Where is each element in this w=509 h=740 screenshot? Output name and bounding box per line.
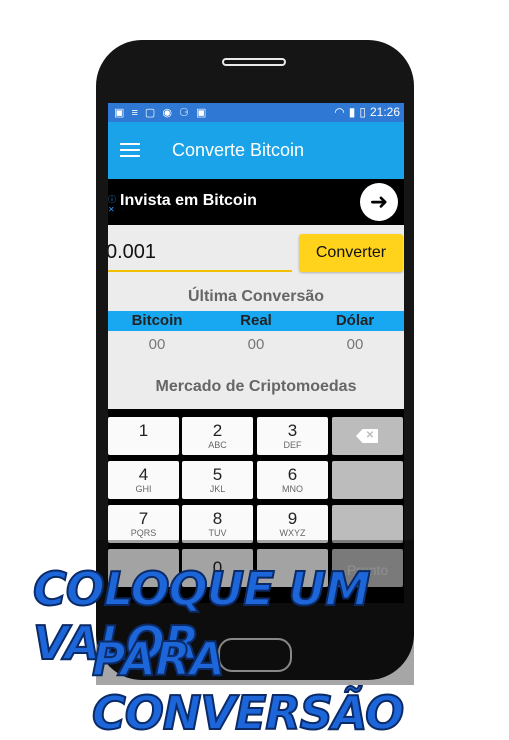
battery-icon: ▯ xyxy=(359,105,366,119)
backspace-key[interactable]: ✕ xyxy=(332,417,403,455)
key-2[interactable]: 2 ABC xyxy=(182,417,253,455)
amount-input[interactable]: 0.001 xyxy=(108,234,292,272)
key-3[interactable]: 3 DEF xyxy=(257,417,328,455)
signal-icon: ▮ xyxy=(348,105,356,119)
blank-key-1[interactable] xyxy=(332,461,403,499)
wifi-icon: ◠ xyxy=(334,105,345,119)
key-6[interactable]: 6 MNO xyxy=(257,461,328,499)
app-bar: Converte Bitcoin xyxy=(108,122,404,179)
blank-key-2[interactable] xyxy=(332,505,403,543)
column-header-bitcoin: Bitcoin xyxy=(131,312,183,329)
convert-button[interactable]: Converter xyxy=(299,234,403,272)
column-header-dolar: Dólar xyxy=(335,312,375,329)
conversion-table-header: Bitcoin Real Dólar xyxy=(108,311,404,331)
app-screen: ▣ ≡ ▢ ◉ ⚆ ▣ ◠ ▮ ▯ 21:26 Converte Bitcoin… xyxy=(108,103,404,603)
status-bar: ▣ ≡ ▢ ◉ ⚆ ▣ ◠ ▮ ▯ 21:26 xyxy=(108,103,404,122)
key-9[interactable]: 9 WXYZ xyxy=(257,505,328,543)
last-conversion-title: Última Conversão xyxy=(187,288,325,305)
key-1[interactable]: 1 xyxy=(108,417,179,455)
key-7[interactable]: 7 PQRS xyxy=(108,505,179,543)
backspace-icon: ✕ xyxy=(356,429,378,443)
value-dolar: 00 xyxy=(346,336,364,353)
status-time: 21:26 xyxy=(369,105,400,119)
status-icons: ▣ ≡ ▢ ◉ ⚆ ▣ xyxy=(114,107,209,119)
ad-banner[interactable]: ⓘ ✕ Invista em Bitcoin ➜ xyxy=(108,179,404,225)
value-real: 00 xyxy=(247,336,265,353)
app-title: Converte Bitcoin xyxy=(172,140,305,160)
value-bitcoin: 00 xyxy=(148,336,166,353)
key-8[interactable]: 8 TUV xyxy=(182,505,253,543)
column-header-real: Real xyxy=(240,312,272,329)
market-title: Mercado de Criptomoedas xyxy=(155,378,357,395)
phone-speaker xyxy=(222,58,286,66)
hamburger-menu-icon[interactable] xyxy=(120,143,140,157)
caption-line-2: PARA CONVERSÃO xyxy=(91,631,405,740)
ad-info-icon[interactable]: ⓘ ✕ xyxy=(108,195,116,215)
arrow-right-icon[interactable]: ➜ xyxy=(360,183,398,221)
key-4[interactable]: 4 GHI xyxy=(108,461,179,499)
key-5[interactable]: 5 JKL xyxy=(182,461,253,499)
ad-text: Invista em Bitcoin xyxy=(120,192,257,209)
